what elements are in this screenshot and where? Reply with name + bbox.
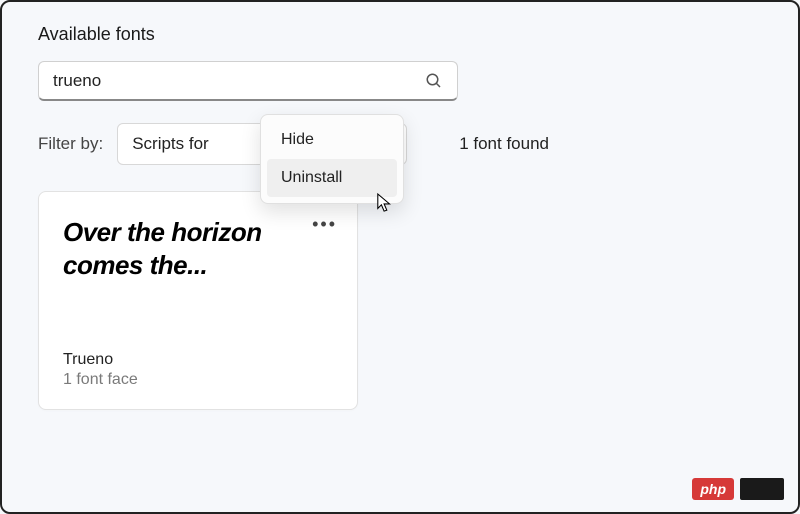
- font-preview-text: Over the horizon comes the...: [63, 216, 333, 281]
- result-count: 1 font found: [459, 134, 549, 154]
- menu-item-uninstall[interactable]: Uninstall: [267, 159, 397, 197]
- font-name: Trueno: [63, 351, 333, 369]
- search-box[interactable]: [38, 61, 458, 101]
- watermark: php: [692, 478, 784, 500]
- section-title: Available fonts: [38, 24, 762, 45]
- card-menu-button[interactable]: •••: [312, 214, 337, 235]
- watermark-badge: php: [692, 478, 734, 500]
- context-menu: Hide Uninstall: [260, 114, 404, 204]
- font-faces-count: 1 font face: [63, 371, 333, 389]
- menu-item-hide[interactable]: Hide: [267, 121, 397, 159]
- search-input[interactable]: [53, 71, 425, 91]
- search-icon: [425, 72, 443, 90]
- filter-label: Filter by:: [38, 134, 103, 154]
- watermark-block: [740, 478, 784, 500]
- font-card[interactable]: ••• Over the horizon comes the... Trueno…: [38, 191, 358, 410]
- filter-selected-value: Scripts for: [132, 134, 209, 154]
